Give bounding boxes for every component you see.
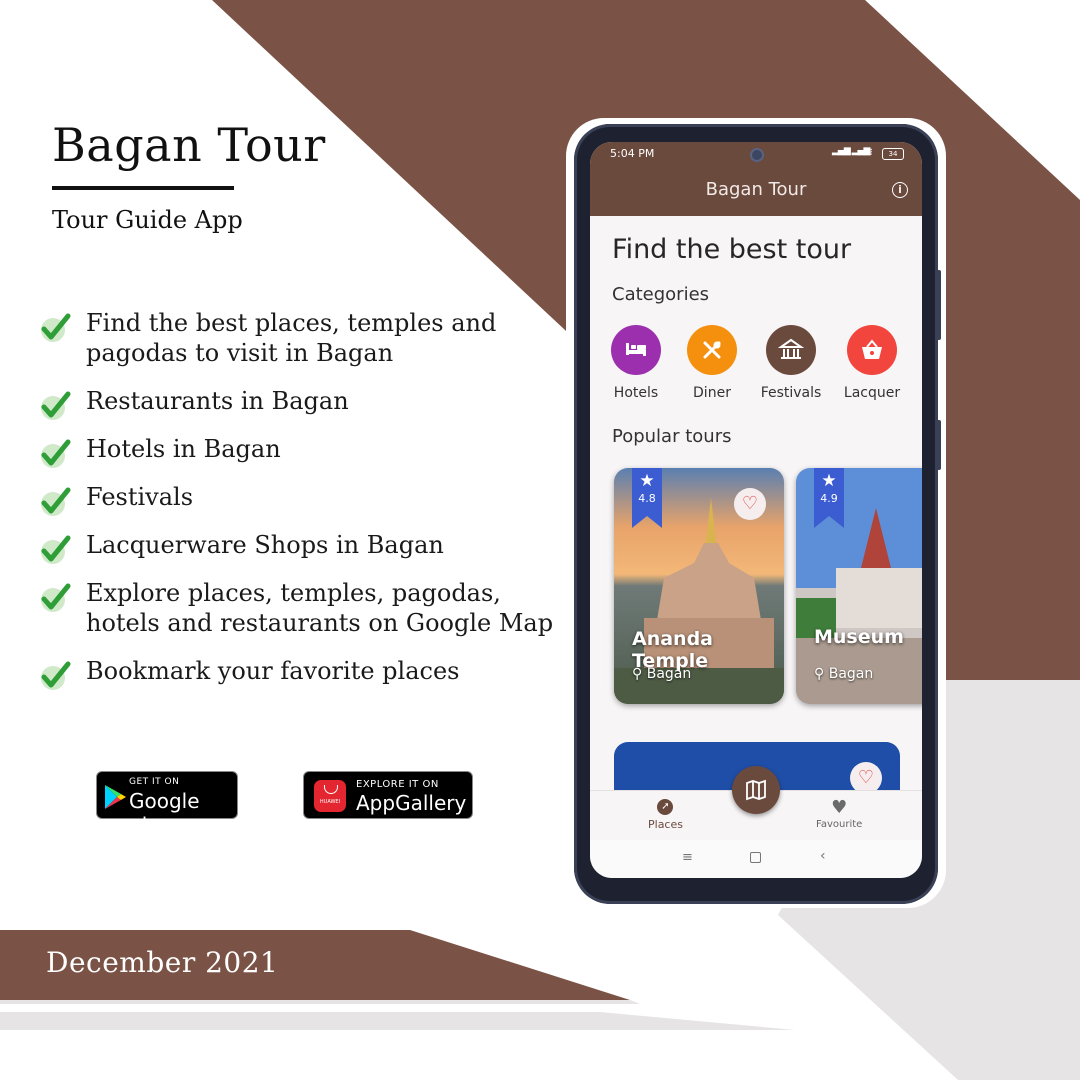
- check-icon: [41, 391, 71, 420]
- system-nav-bar: ≡ ‹: [590, 840, 922, 878]
- title-divider: [52, 186, 234, 190]
- home-icon[interactable]: [750, 852, 761, 863]
- page-heading: Find the best tour: [612, 234, 852, 265]
- front-camera: [750, 148, 764, 162]
- check-icon: [41, 439, 71, 468]
- back-icon[interactable]: ‹: [820, 848, 826, 864]
- temple-icon: [766, 325, 816, 375]
- category-festivals[interactable]: Festivals: [753, 325, 829, 401]
- feature-item: Find the best places, temples and pagoda…: [36, 308, 576, 368]
- tour-card[interactable]: ★ 4.8 ♡ Ananda Temple ⚲ Bagan: [614, 468, 784, 704]
- promo-title: Bagan Tour: [52, 118, 326, 172]
- categories-heading: Categories: [612, 284, 710, 305]
- nav-places[interactable]: ➚ Places: [648, 799, 683, 831]
- tour-location: ⚲ Bagan: [632, 666, 692, 682]
- category-lacquer[interactable]: Lacquer: [834, 325, 910, 401]
- compass-icon: ➚: [657, 799, 674, 815]
- category-hotels[interactable]: Hotels: [598, 325, 674, 401]
- location-pin-icon: ⚲: [632, 666, 647, 682]
- battery-icon: 34: [882, 148, 904, 160]
- feature-item: Hotels in Bagan: [36, 434, 576, 468]
- tour-location: ⚲ Bagan: [814, 666, 874, 682]
- status-bar: 5:04 PM ▂▄▆ ▂▄▆ ≋ 34: [590, 142, 922, 166]
- category-diner[interactable]: Diner: [674, 325, 750, 401]
- check-icon: [41, 535, 71, 564]
- feature-item: Lacquerware Shops in Bagan: [36, 530, 576, 564]
- feature-item: Festivals: [36, 482, 576, 516]
- release-date: December 2021: [46, 946, 279, 979]
- check-icon: [41, 661, 71, 690]
- phone-screen: 5:04 PM ▂▄▆ ▂▄▆ ≋ 34 Bagan Tour i Find t…: [590, 142, 922, 878]
- tour-title: Museum: [814, 626, 904, 648]
- popular-heading: Popular tours: [612, 426, 732, 447]
- feature-item: Bookmark your favorite places: [36, 656, 576, 690]
- app-title: Bagan Tour: [705, 179, 807, 200]
- utensils-icon: [687, 325, 737, 375]
- basket-icon: [847, 325, 897, 375]
- map-icon: [746, 779, 766, 801]
- check-icon: [41, 313, 71, 342]
- volume-button: [936, 270, 941, 340]
- google-play-icon: [105, 785, 126, 809]
- tour-card[interactable]: ★ 4.9 Museum ⚲ Bagan: [796, 468, 922, 704]
- recents-icon[interactable]: ≡: [682, 850, 693, 865]
- heart-icon[interactable]: ♡: [734, 488, 766, 520]
- appgallery-badge[interactable]: HUAWEI EXPLORE IT ON AppGallery: [303, 771, 473, 819]
- huawei-icon: HUAWEI: [314, 780, 346, 812]
- nav-favourite[interactable]: ♥ Favourite: [816, 797, 862, 831]
- check-icon: [41, 583, 71, 612]
- bed-icon: [611, 325, 661, 375]
- star-icon: ★: [821, 471, 837, 491]
- check-icon: [41, 487, 71, 516]
- location-pin-icon: ⚲: [814, 666, 829, 682]
- star-icon: ★: [639, 471, 655, 491]
- status-time: 5:04 PM: [610, 147, 655, 160]
- promo-subtitle: Tour Guide App: [52, 206, 243, 234]
- feature-item: Restaurants in Bagan: [36, 386, 576, 420]
- feature-item: Explore places, temples, pagodas, hotels…: [36, 578, 576, 638]
- wifi-icon: ≋: [863, 145, 874, 159]
- power-button: [936, 420, 941, 470]
- app-bar: Bagan Tour i: [590, 166, 922, 216]
- heart-icon: ♥: [831, 797, 848, 818]
- map-button[interactable]: [732, 766, 780, 814]
- info-icon[interactable]: i: [892, 182, 908, 198]
- google-play-badge[interactable]: GET IT ON Google play: [96, 771, 238, 837]
- feature-list: Find the best places, temples and pagoda…: [36, 308, 576, 704]
